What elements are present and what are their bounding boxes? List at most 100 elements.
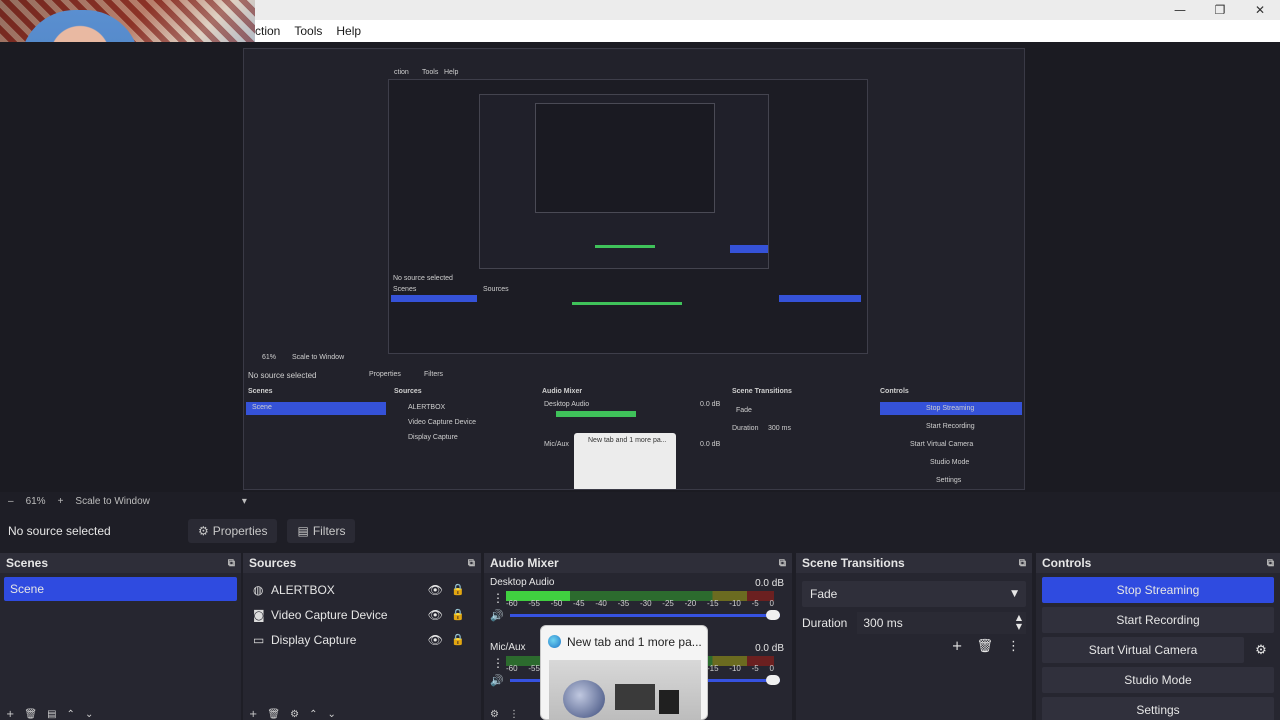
zoom-in-button[interactable]: + bbox=[58, 496, 64, 507]
transition-select[interactable]: Fade ▼ bbox=[802, 581, 1026, 607]
start-virtual-camera-button[interactable]: Start Virtual Camera bbox=[1042, 637, 1244, 663]
eye-icon[interactable]: 👁 bbox=[428, 633, 443, 647]
popout-icon[interactable]: ⧉ bbox=[228, 558, 235, 569]
zoom-mode-label[interactable]: Scale to Window bbox=[75, 496, 149, 507]
source-toolbar: No source selected ⚙ Properties ▤ Filter… bbox=[0, 517, 1280, 545]
menu-item-scene-collection[interactable]: ction bbox=[255, 24, 280, 38]
restore-button[interactable]: ❐ bbox=[1200, 0, 1240, 20]
preview-area[interactable]: ction Tools Help No source selected Scen… bbox=[0, 42, 1280, 492]
browser-icon bbox=[548, 635, 561, 648]
gear-icon: ⚙ bbox=[198, 524, 209, 538]
window-thumbnail bbox=[549, 660, 701, 720]
filter-icon: ▤ bbox=[297, 524, 309, 538]
start-recording-button[interactable]: Start Recording bbox=[1042, 607, 1274, 633]
kebab-menu-icon[interactable]: ⋮ bbox=[492, 656, 504, 670]
stop-streaming-button[interactable]: Stop Streaming bbox=[1042, 577, 1274, 603]
speaker-icon[interactable]: 🔊 bbox=[490, 674, 510, 687]
kebab-menu-icon[interactable]: ⋮ bbox=[1007, 639, 1020, 654]
popout-icon[interactable]: ⧉ bbox=[1019, 558, 1026, 569]
gear-icon[interactable]: ⚙ bbox=[1248, 637, 1274, 663]
source-item-alertbox[interactable]: ◍ ALERTBOX 👁 🔒 bbox=[243, 577, 481, 602]
add-icon[interactable]: + bbox=[952, 639, 963, 654]
nested-status: No source selected bbox=[393, 275, 453, 282]
duration-value: 300 ms bbox=[863, 616, 903, 630]
meter-scale: -60-55-50-45-40-35-30-25-20-15-10-50 bbox=[506, 599, 774, 608]
nested-mixer-header: Audio Mixer bbox=[542, 388, 583, 395]
scene-item[interactable]: Scene bbox=[4, 577, 237, 601]
menu-item-help[interactable]: Help bbox=[336, 24, 361, 38]
duration-label: Duration bbox=[802, 616, 848, 630]
nested-start-virtual-camera: Start Virtual Camera bbox=[910, 441, 974, 448]
nested-scene-row bbox=[391, 295, 477, 302]
move-down-icon[interactable]: ⌄ bbox=[327, 709, 335, 720]
slider-knob[interactable] bbox=[766, 609, 780, 620]
thumbnail-card bbox=[615, 684, 655, 710]
meter-tick-label: 0 bbox=[769, 599, 774, 608]
nested-zoom-value: 61% bbox=[262, 354, 277, 361]
meter-tick-label: -35 bbox=[617, 599, 630, 608]
meter-tick-label: -15 bbox=[706, 664, 719, 673]
nested-fade: Fade bbox=[736, 407, 752, 414]
slider-knob[interactable] bbox=[766, 674, 780, 685]
transitions-title: Scene Transitions bbox=[802, 556, 905, 570]
lock-icon[interactable]: 🔒 bbox=[451, 633, 465, 646]
scenes-dock: Scenes ⧉ Scene + 🗑 ▤ ⌃ ⌄ bbox=[0, 553, 241, 720]
taskbar-thumbnail-tooltip[interactable]: New tab and 1 more pa... bbox=[540, 625, 708, 720]
mixer-title: Audio Mixer bbox=[490, 556, 559, 570]
nested-scenes-header: Scenes bbox=[248, 388, 273, 395]
sources-dock: Sources ⧉ ◍ ALERTBOX 👁 🔒 ◙ Video Capture… bbox=[243, 553, 481, 720]
duration-input[interactable]: 300 ms ▲ ▼ bbox=[857, 612, 1026, 634]
scene-label: Scene bbox=[10, 582, 45, 596]
trash-icon[interactable]: 🗑 bbox=[24, 709, 37, 720]
add-icon[interactable]: + bbox=[249, 709, 257, 720]
trash-icon[interactable]: 🗑 bbox=[267, 709, 280, 720]
speaker-icon[interactable]: 🔊 bbox=[490, 609, 510, 622]
properties-button[interactable]: ⚙ Properties bbox=[188, 519, 278, 543]
nested-scene-label: Scene bbox=[252, 404, 272, 411]
meter-tick-label: -55 bbox=[528, 599, 540, 608]
nested-source-1: ALERTBOX bbox=[408, 404, 446, 411]
popout-icon[interactable]: ⧉ bbox=[779, 558, 786, 569]
add-icon[interactable]: + bbox=[6, 709, 14, 720]
lock-icon[interactable]: 🔒 bbox=[451, 583, 465, 596]
volume-slider[interactable] bbox=[510, 609, 780, 620]
eye-icon[interactable]: 👁 bbox=[428, 608, 443, 622]
camera-icon: ◙ bbox=[253, 607, 265, 622]
popout-icon[interactable]: ⧉ bbox=[468, 558, 475, 569]
kebab-menu-icon[interactable]: ⋮ bbox=[492, 591, 504, 605]
channel-name: Mic/Aux bbox=[490, 642, 526, 653]
settings-button[interactable]: Settings bbox=[1042, 697, 1274, 720]
move-up-icon[interactable]: ⌃ bbox=[309, 709, 317, 720]
nested-menu-1: ction bbox=[394, 69, 409, 76]
zoom-level: 61% bbox=[25, 495, 46, 507]
nested-controls-header: Controls bbox=[880, 388, 909, 395]
channel-name: Desktop Audio bbox=[490, 577, 555, 588]
scenes-title: Scenes bbox=[6, 556, 49, 570]
eye-icon[interactable]: 👁 bbox=[428, 583, 443, 597]
nested-meter-desktop bbox=[556, 411, 636, 417]
move-down-icon[interactable]: ⌄ bbox=[85, 709, 93, 720]
studio-mode-button[interactable]: Studio Mode bbox=[1042, 667, 1274, 693]
minimize-button[interactable]: — bbox=[1160, 0, 1200, 20]
zoom-mode-dropdown[interactable]: ▾ bbox=[242, 496, 247, 507]
menu-item-tools[interactable]: Tools bbox=[294, 24, 322, 38]
source-item-video-capture[interactable]: ◙ Video Capture Device 👁 🔒 bbox=[243, 602, 481, 627]
gear-icon[interactable]: ⚙ bbox=[290, 709, 299, 720]
zoom-out-button[interactable]: – bbox=[8, 496, 14, 507]
popout-icon[interactable]: ⧉ bbox=[1267, 558, 1274, 569]
channel-db: 0.0 dB bbox=[755, 578, 784, 589]
preview-canvas[interactable]: ction Tools Help No source selected Scen… bbox=[243, 48, 1025, 490]
trash-icon[interactable]: 🗑 bbox=[976, 639, 993, 654]
spinner-icon[interactable]: ▲ ▼ bbox=[1016, 613, 1022, 631]
nested-tooltip: New tab and 1 more pa... bbox=[574, 433, 676, 489]
source-item-display-capture[interactable]: ▭ Display Capture 👁 🔒 bbox=[243, 627, 481, 652]
filter-icon[interactable]: ▤ bbox=[47, 709, 56, 720]
mixer-settings-icon[interactable]: ⚙ bbox=[490, 709, 499, 720]
filters-button[interactable]: ▤ Filters bbox=[287, 519, 356, 543]
lock-icon[interactable]: 🔒 bbox=[451, 608, 465, 621]
move-up-icon[interactable]: ⌃ bbox=[67, 709, 75, 720]
controls-dock: Controls ⧉ Stop Streaming Start Recordin… bbox=[1036, 553, 1280, 720]
kebab-menu-icon[interactable]: ⋮ bbox=[509, 709, 519, 720]
nested-zoom-mode: Scale to Window bbox=[292, 354, 345, 361]
close-button[interactable]: ✕ bbox=[1240, 0, 1280, 20]
